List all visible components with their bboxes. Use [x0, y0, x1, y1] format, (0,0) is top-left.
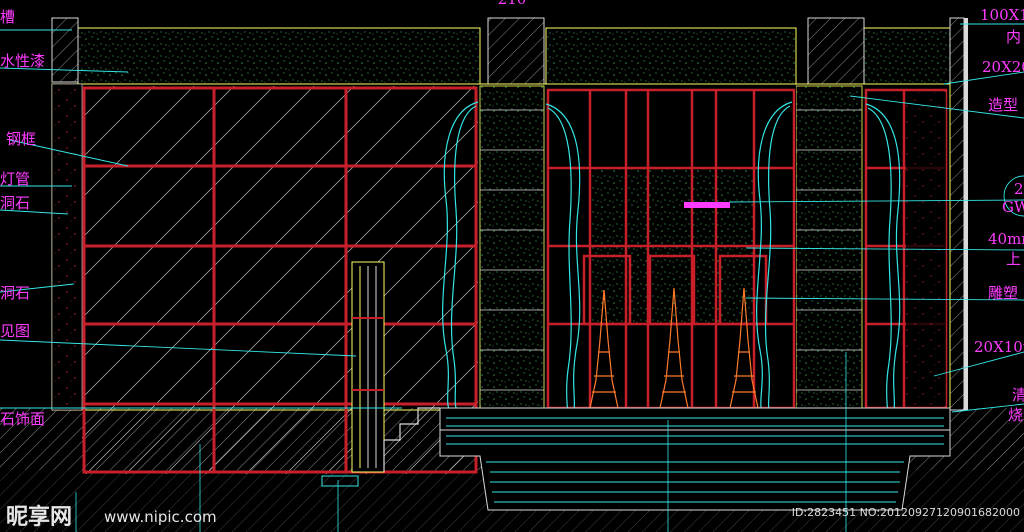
- label-left-1: 槽: [0, 8, 15, 26]
- watermark-logo: 昵享网: [6, 504, 72, 530]
- label-right-8a: 清: [1012, 386, 1024, 404]
- label-right-5a: 40mm: [988, 230, 1024, 248]
- label-right-4a: 2: [1014, 180, 1024, 198]
- label-left-3: 钢框: [6, 130, 36, 148]
- watermark-site: www.nipic.com: [104, 508, 217, 526]
- top-band-right: [863, 27, 951, 85]
- column-left: [479, 85, 545, 409]
- label-right-1a: 100X10: [980, 6, 1024, 24]
- door-panel: [351, 261, 385, 473]
- label-right-2: 20X20: [982, 58, 1024, 76]
- label-right-7: 20X10m: [974, 338, 1024, 356]
- cad-elevation-drawing: 210 槽 水性漆 钢框 灯管 洞石 洞石 见图 石饰面 100X10 内 20…: [0, 0, 1024, 532]
- label-left-7: 见图: [0, 322, 30, 340]
- pillar-mid1: [487, 17, 545, 85]
- label-left-6: 洞石: [0, 284, 30, 302]
- label-right-1b: 内: [1006, 28, 1021, 46]
- center-screen: [546, 86, 796, 410]
- label-right-4b: GW/: [1002, 198, 1024, 216]
- left-strip: [51, 83, 83, 411]
- pool-basin: [439, 407, 951, 511]
- label-right-8b: 烧: [1008, 406, 1023, 424]
- pillar-mid2: [807, 17, 865, 85]
- top-band-left: [77, 27, 481, 85]
- watermark-id: ID:2823451 NO:20120927120901682000: [792, 506, 1020, 519]
- label-left-2: 水性漆: [0, 52, 45, 70]
- label-right-5b: 上: [1006, 250, 1021, 268]
- pillar-right: [949, 17, 965, 411]
- magenta-bar: [684, 202, 730, 208]
- label-right-3: 造型: [988, 96, 1018, 114]
- wall-right-edge: [964, 18, 968, 410]
- label-left-4: 灯管: [0, 170, 30, 188]
- top-band-mid: [545, 27, 797, 85]
- label-left-5: 洞石: [0, 194, 30, 212]
- label-left-8: 石饰面: [0, 410, 45, 428]
- label-right-6: 雕塑: [988, 284, 1018, 302]
- top-dimension: 210: [498, 0, 527, 8]
- column-right: [795, 85, 863, 409]
- pillar-left: [51, 17, 79, 83]
